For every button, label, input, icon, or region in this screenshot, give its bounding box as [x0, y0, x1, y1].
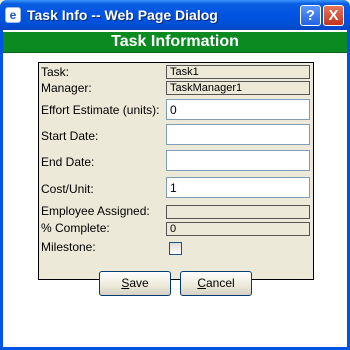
- cancel-label-rest: ancel: [205, 276, 235, 290]
- cancel-accesskey: C: [197, 276, 206, 290]
- start-date-label: Start Date:: [41, 129, 99, 143]
- complete-field: 0: [166, 222, 310, 236]
- end-date-label: End Date:: [41, 155, 95, 169]
- employee-label: Employee Assigned:: [41, 204, 150, 218]
- save-button[interactable]: Save: [99, 271, 171, 296]
- complete-label: % Complete:: [41, 221, 110, 235]
- milestone-checkbox[interactable]: [169, 242, 182, 255]
- cost-input[interactable]: 1: [166, 177, 310, 198]
- cost-label: Cost/Unit:: [41, 182, 94, 196]
- effort-label: Effort Estimate (units):: [41, 103, 160, 117]
- window-title: Task Info -- Web Page Dialog: [27, 7, 218, 23]
- manager-label: Manager:: [41, 81, 92, 95]
- milestone-label: Milestone:: [41, 240, 96, 254]
- dialog-window: e Task Info -- Web Page Dialog ? X Task …: [0, 0, 350, 350]
- cancel-button[interactable]: Cancel: [180, 271, 252, 296]
- ie-icon: e: [5, 7, 21, 23]
- task-field: Task1: [166, 65, 310, 79]
- task-form: Task: Task1 Manager: TaskManager1 Effort…: [38, 62, 314, 280]
- page-title: Task Information: [3, 32, 347, 53]
- start-date-input[interactable]: [166, 124, 310, 145]
- manager-field: TaskManager1: [166, 81, 310, 95]
- task-label: Task:: [41, 65, 70, 79]
- end-date-input[interactable]: [166, 150, 310, 171]
- dialog-content: Task Information Task: Task1 Manager: Ta…: [3, 30, 347, 347]
- close-button[interactable]: X: [323, 5, 344, 26]
- effort-input[interactable]: 0: [166, 99, 310, 120]
- employee-field: [166, 205, 310, 219]
- save-label-rest: ave: [129, 276, 149, 290]
- title-bar[interactable]: e Task Info -- Web Page Dialog ? X: [0, 0, 350, 30]
- help-button[interactable]: ?: [300, 5, 321, 26]
